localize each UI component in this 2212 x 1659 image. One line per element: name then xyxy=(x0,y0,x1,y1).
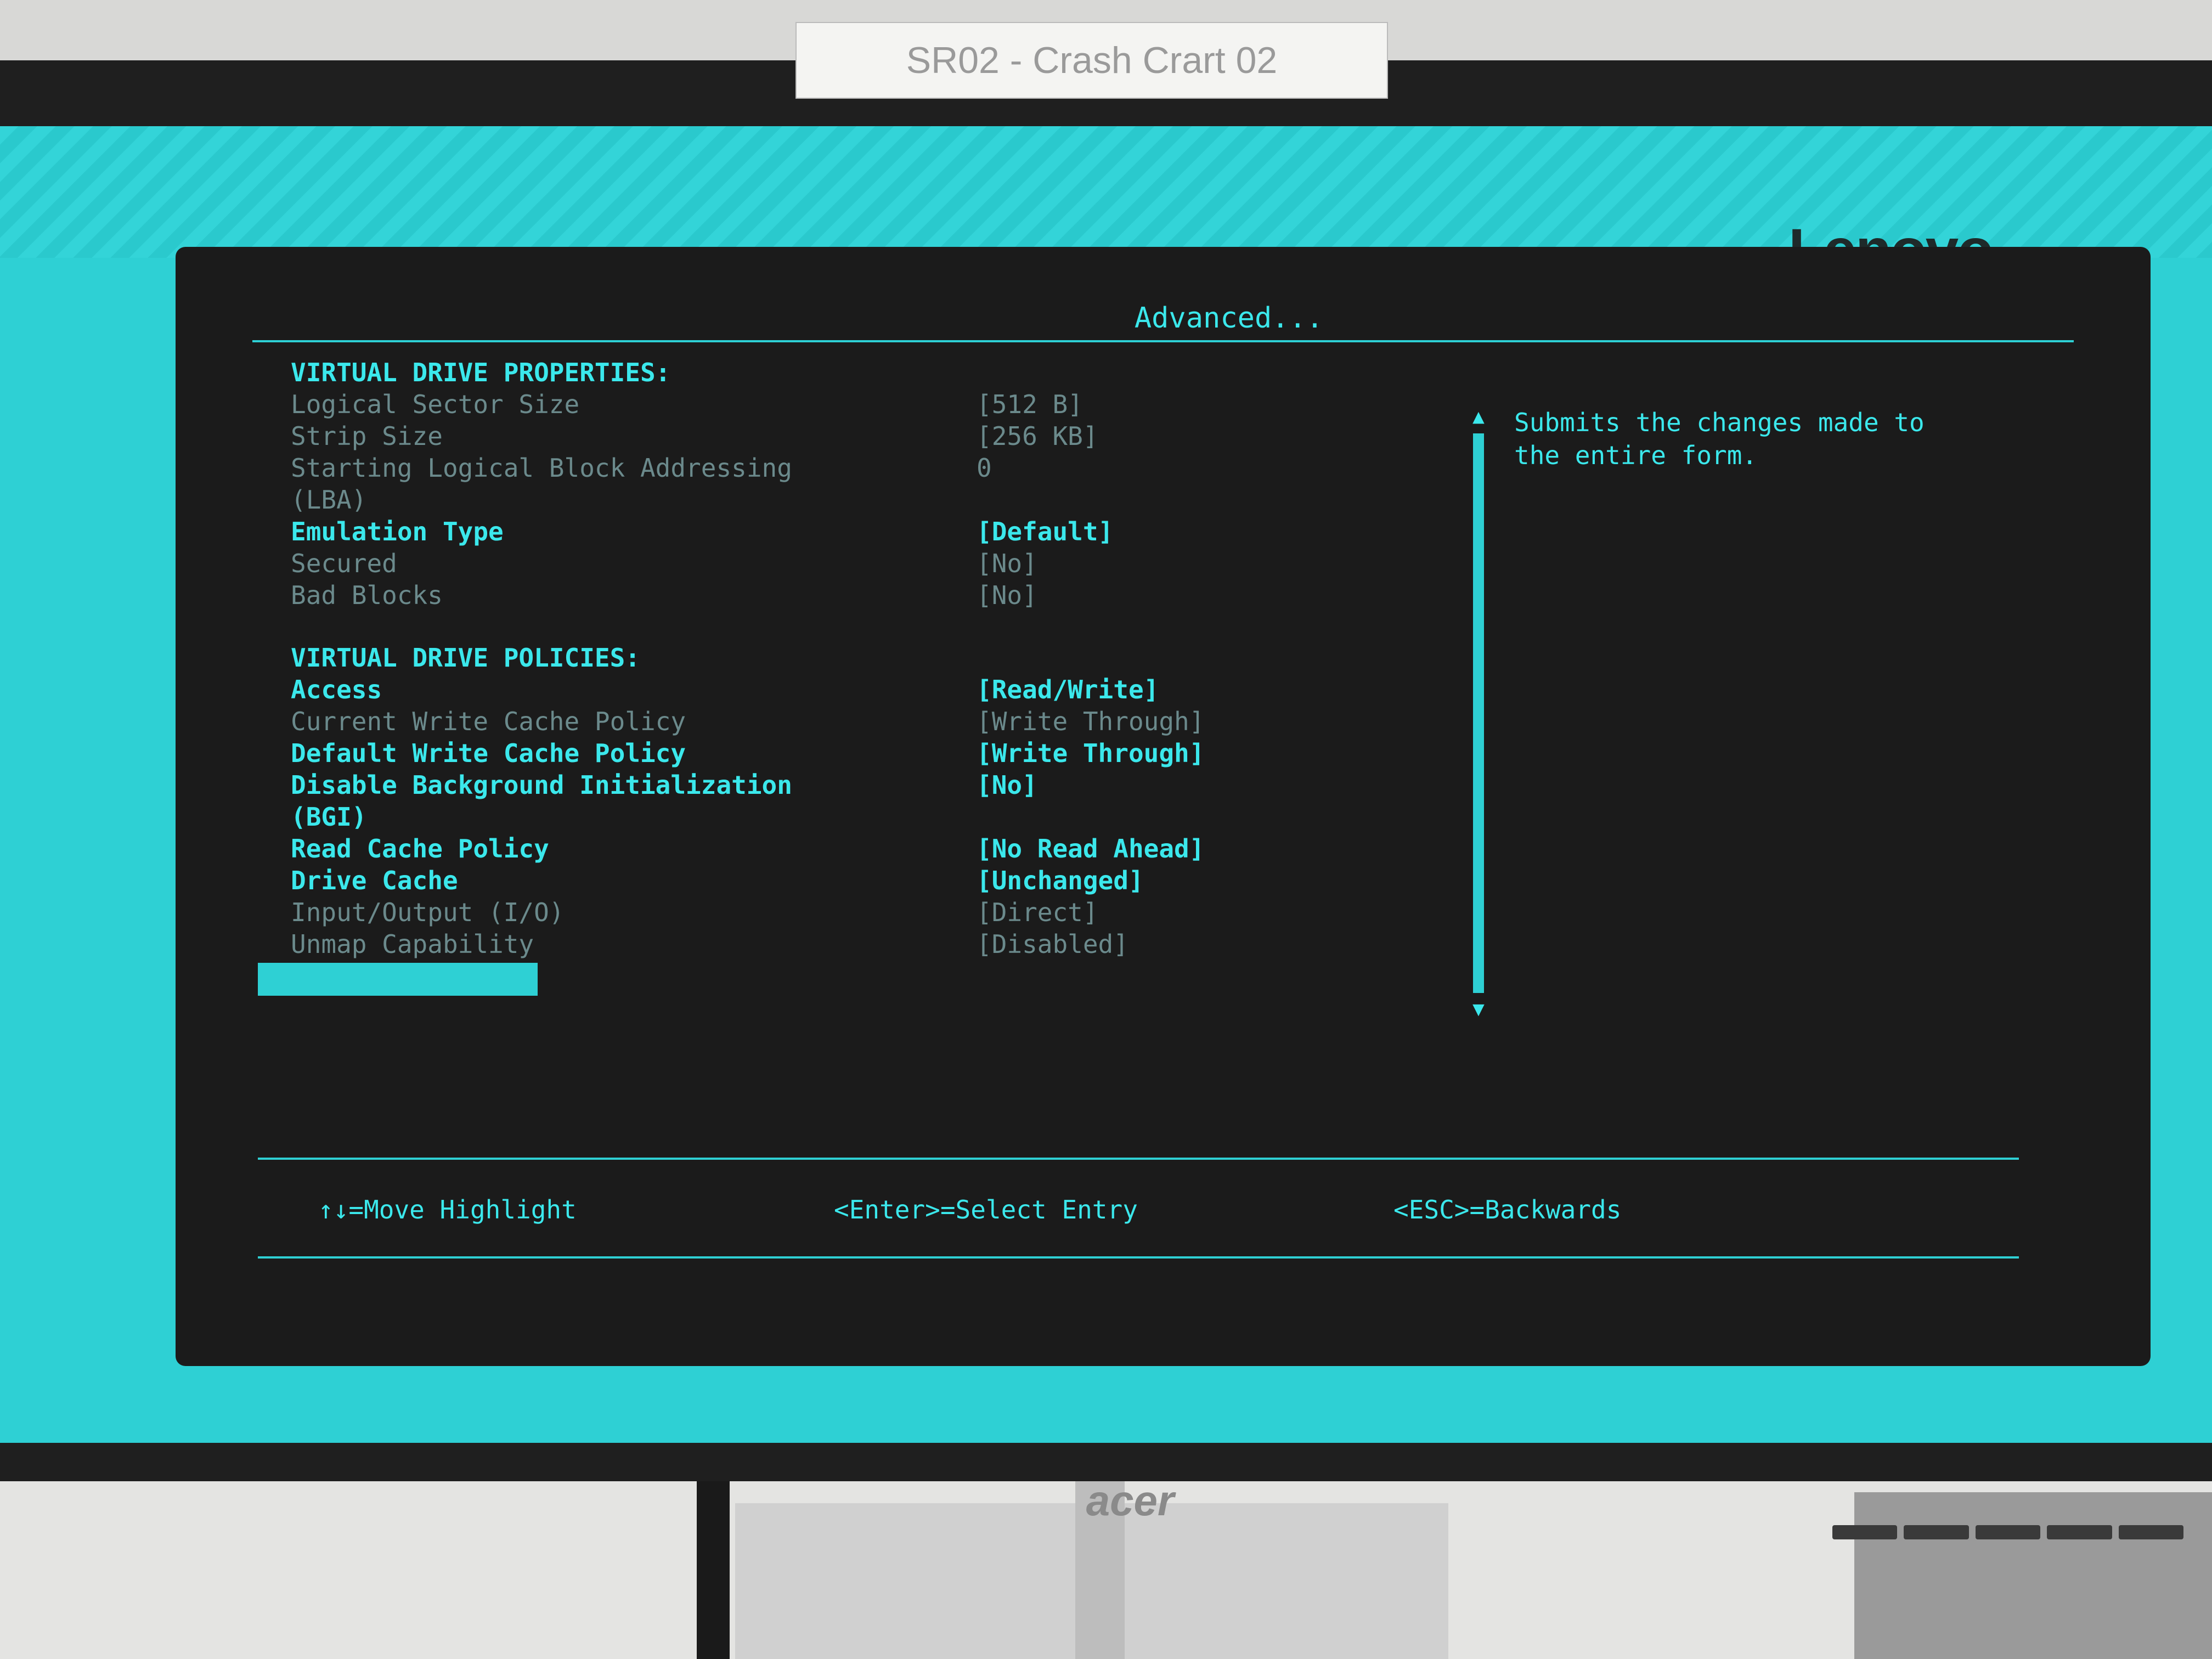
help-text-line: the entire form. xyxy=(1514,441,1758,470)
read-cache-policy-row[interactable]: Read Cache Policy [No Read Ahead] xyxy=(291,833,1212,865)
footer-divider-bottom xyxy=(258,1256,2019,1259)
acer-logo: acer xyxy=(1086,1476,1175,1525)
monitor-screen: Lenovo Advanced... VIRTUAL DRIVE PROPERT… xyxy=(0,126,2212,1443)
properties-heading: VIRTUAL DRIVE PROPERTIES: xyxy=(291,358,671,387)
footer-backwards: <ESC>=Backwards xyxy=(1393,1195,1622,1224)
setting-row: Bad Blocks [No] xyxy=(291,580,1037,610)
scrollbar[interactable]: ▲ ▼ xyxy=(1468,406,1489,1020)
selected-entry-highlight[interactable] xyxy=(258,963,538,996)
setting-row: Secured [No] xyxy=(291,549,1037,578)
default-write-cache-row[interactable]: Default Write Cache Policy [Write Throug… xyxy=(291,737,1212,769)
help-text: Submits the changes made to the entire f… xyxy=(1514,406,2063,494)
help-text-line: Submits the changes made to xyxy=(1514,408,1925,437)
title-divider xyxy=(252,340,2074,342)
emulation-type-row[interactable]: Emulation Type [Default] xyxy=(291,516,1212,548)
monitor-button[interactable] xyxy=(2118,1525,2184,1539)
server-equipment xyxy=(1854,1492,2212,1659)
setting-row: Current Write Cache Policy [Write Throug… xyxy=(291,707,1205,736)
setting-row: Input/Output (I/O) [Direct] xyxy=(291,898,1098,927)
monitor-button[interactable] xyxy=(2047,1525,2112,1539)
footer-move-highlight: ↑↓=Move Highlight xyxy=(318,1195,577,1224)
cart-label-tag: SR02 - Crash Crart 02 xyxy=(795,22,1388,99)
access-row[interactable]: Access [Read/Write] xyxy=(291,674,1212,706)
scroll-track[interactable] xyxy=(1473,433,1484,993)
power-cable xyxy=(697,1476,730,1659)
footer-select-entry: <Enter>=Select Entry xyxy=(834,1195,1138,1224)
policies-heading: VIRTUAL DRIVE POLICIES: xyxy=(291,643,640,673)
footer-divider-top xyxy=(258,1158,2019,1160)
scroll-up-arrow-icon[interactable]: ▲ xyxy=(1468,406,1489,428)
drive-cache-row[interactable]: Drive Cache [Unchanged] xyxy=(291,865,1212,896)
scroll-down-arrow-icon[interactable]: ▼ xyxy=(1468,998,1489,1020)
monitor-button[interactable] xyxy=(1832,1525,1898,1539)
setting-row-continuation: (BGI) xyxy=(291,802,367,832)
setting-row: Unmap Capability [Disabled] xyxy=(291,929,1128,959)
setting-row: Logical Sector Size [512 B] xyxy=(291,390,1083,419)
setting-row: Strip Size [256 KB] xyxy=(291,421,1098,451)
monitor-control-buttons[interactable] xyxy=(1832,1525,2184,1539)
setting-row-continuation: (LBA) xyxy=(291,485,367,515)
bios-panel: Advanced... VIRTUAL DRIVE PROPERTIES: Lo… xyxy=(176,247,2151,1366)
setting-row: Starting Logical Block Addressing 0 xyxy=(291,453,992,483)
monitor-button[interactable] xyxy=(1975,1525,2041,1539)
monitor-button[interactable] xyxy=(1904,1525,1969,1539)
panel-title: Advanced... xyxy=(1134,302,1324,335)
monitor-bezel: Lenovo Advanced... VIRTUAL DRIVE PROPERT… xyxy=(0,60,2212,1539)
disable-bgi-row[interactable]: Disable Background Initialization [No] xyxy=(291,769,1212,801)
